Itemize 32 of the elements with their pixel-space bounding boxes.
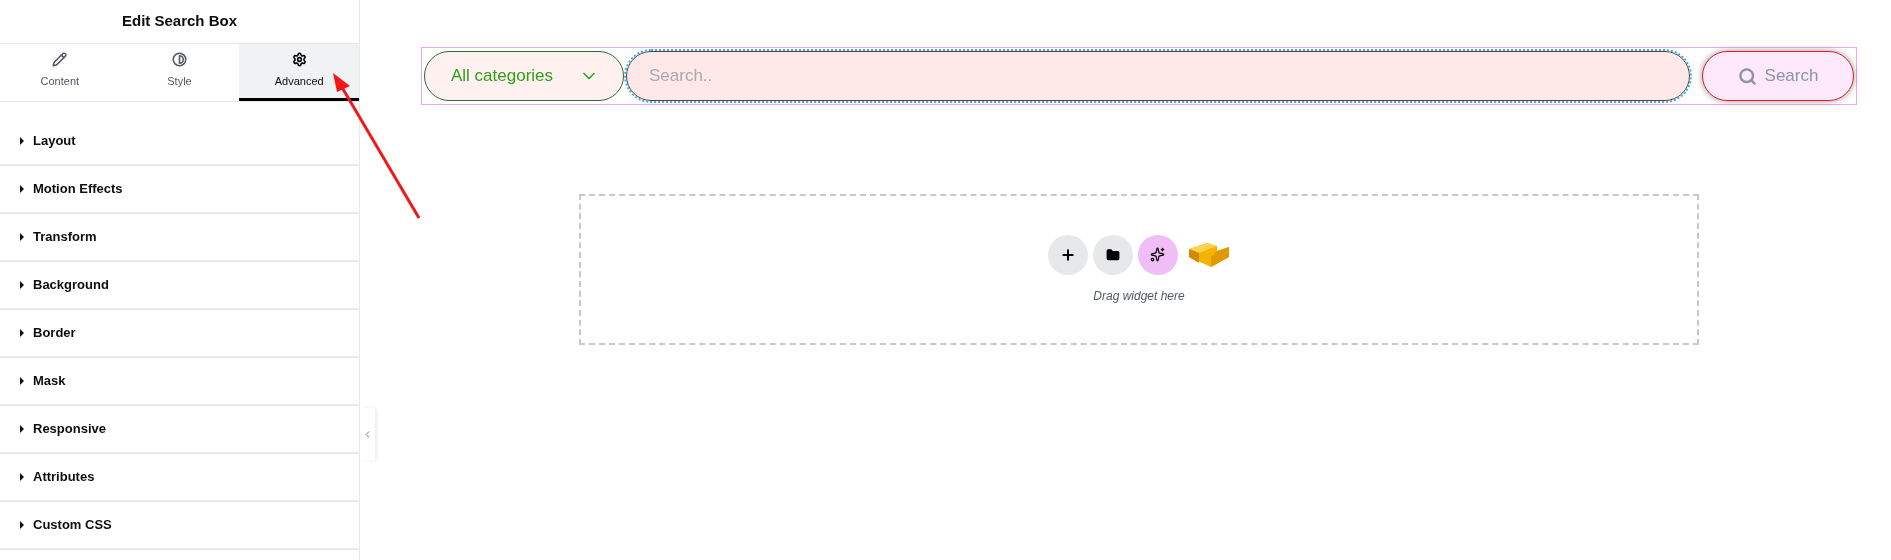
section-header[interactable]: Attributes — [0, 454, 359, 502]
panel-tab[interactable]: Content — [0, 44, 120, 101]
section-header[interactable]: Transform — [0, 214, 359, 262]
section-header[interactable]: Responsive — [0, 406, 359, 454]
settings-icon — [291, 52, 307, 68]
section-header[interactable]: Layout — [0, 118, 359, 166]
section-header[interactable]: Custom CSS — [0, 502, 359, 550]
caret-right-icon — [20, 377, 25, 385]
sparkles-icon — [1150, 247, 1165, 262]
panel-tab[interactable]: Style — [119, 44, 240, 101]
search-icon — [1737, 66, 1757, 86]
caret-right-icon — [20, 185, 25, 193]
caret-right-icon — [20, 473, 25, 481]
caret-right-icon — [20, 329, 25, 337]
ai-button[interactable] — [1137, 234, 1178, 275]
search-field[interactable]: Search.. — [626, 51, 1690, 101]
caret-right-icon — [20, 425, 25, 433]
caret-right-icon — [20, 281, 25, 289]
caret-right-icon — [20, 521, 25, 529]
pencil-icon — [52, 52, 68, 68]
contrast-icon — [172, 52, 187, 68]
plus-icon — [1059, 246, 1076, 263]
drop-hint: Drag widget here — [1093, 287, 1185, 305]
collapse-handle[interactable] — [360, 408, 375, 460]
section-header[interactable]: Mask — [0, 358, 359, 406]
section-header[interactable]: Motion Effects — [0, 166, 359, 214]
panel-tab[interactable]: Advanced — [239, 44, 359, 101]
caret-right-icon — [20, 233, 25, 241]
section-header[interactable]: Border — [0, 310, 359, 358]
caret-right-icon — [20, 137, 25, 145]
folder-icon — [1105, 247, 1120, 262]
section-header[interactable]: Background — [0, 262, 359, 310]
